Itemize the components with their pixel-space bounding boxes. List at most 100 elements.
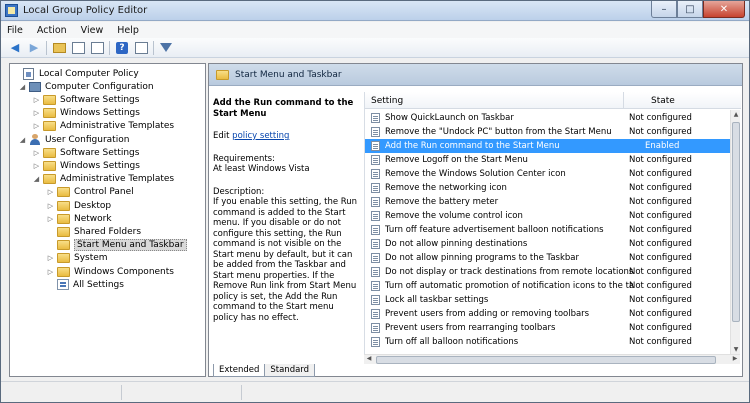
- setting-row[interactable]: Remove the networking icon Not configured: [365, 181, 731, 195]
- status-divider: [121, 385, 122, 400]
- close-button[interactable]: ✕: [703, 1, 745, 18]
- export-list-button[interactable]: [89, 41, 105, 55]
- tree-item[interactable]: ▷ Windows Settings: [32, 107, 140, 120]
- tree-item[interactable]: ▷ System: [46, 252, 108, 265]
- policy-setting-link[interactable]: policy setting: [232, 131, 289, 141]
- expand-arrow-icon[interactable]: ▷: [32, 109, 41, 117]
- vertical-scrollbar[interactable]: ▲ ▼: [730, 110, 740, 354]
- setting-row[interactable]: Remove the volume control icon Not config…: [365, 209, 731, 223]
- maximize-button[interactable]: □: [677, 1, 703, 18]
- tree-item[interactable]: ▷ Software Settings: [32, 146, 139, 159]
- settings-list: Setting State Show QuickLaunch on Taskba…: [364, 92, 741, 354]
- tab-extended[interactable]: Extended: [213, 364, 266, 377]
- tree-item[interactable]: ▷ Desktop: [46, 199, 111, 212]
- tree-item[interactable]: ▷ Windows Components: [46, 265, 174, 278]
- window-controls: – □ ✕: [651, 1, 745, 19]
- setting-name: Remove the volume control icon: [385, 211, 523, 221]
- column-divider[interactable]: [623, 92, 624, 109]
- scroll-down-icon[interactable]: ▼: [732, 346, 740, 353]
- setting-row[interactable]: Turn off all balloon notifications Not co…: [365, 335, 731, 349]
- expand-arrow-icon[interactable]: ▷: [32, 122, 41, 130]
- back-arrow-icon[interactable]: ◀: [7, 41, 23, 55]
- menu-action[interactable]: Action: [37, 25, 67, 36]
- expand-arrow-icon[interactable]: ▷: [32, 149, 41, 157]
- setting-row[interactable]: Turn off feature advertisement balloon n…: [365, 223, 731, 237]
- forward-arrow-icon[interactable]: ▶: [26, 41, 42, 55]
- tree-item[interactable]: Shared Folders: [46, 225, 141, 238]
- setting-row[interactable]: Remove the "Undock PC" button from the S…: [365, 125, 731, 139]
- tree-item[interactable]: All Settings: [46, 278, 124, 291]
- expand-arrow-icon[interactable]: ◢: [18, 136, 27, 144]
- folder-icon: [57, 266, 70, 277]
- setting-row[interactable]: Remove the Windows Solution Center icon N…: [365, 167, 731, 181]
- setting-row[interactable]: Do not allow pinning programs to the Tas…: [365, 251, 731, 265]
- tree-item[interactable]: ▷ Windows Settings: [32, 159, 140, 172]
- minimize-button[interactable]: –: [651, 1, 677, 18]
- setting-row[interactable]: Turn off automatic promotion of notifica…: [365, 279, 731, 293]
- list-header: Setting State: [365, 92, 741, 109]
- vertical-scroll-thumb[interactable]: [732, 122, 740, 322]
- tree-item[interactable]: ◢ Computer Configuration: [18, 80, 154, 93]
- policy-icon: [23, 67, 34, 80]
- menu-view[interactable]: View: [81, 25, 104, 36]
- edit-line: Edit policy setting: [213, 131, 361, 142]
- tree-item[interactable]: ◢ User Configuration: [18, 133, 129, 146]
- expand-arrow-icon[interactable]: ▷: [46, 188, 55, 196]
- tab-standard[interactable]: Standard: [264, 364, 316, 377]
- tree-item[interactable]: Local Computer Policy: [12, 67, 139, 80]
- horizontal-scroll-thumb[interactable]: [376, 356, 716, 364]
- setting-name: Turn off automatic promotion of notifica…: [385, 281, 633, 291]
- expand-arrow-icon[interactable]: ▷: [46, 202, 55, 210]
- tree-item[interactable]: Start Menu and Taskbar: [46, 239, 187, 252]
- policy-setting-icon: [371, 183, 380, 193]
- export-list-icon: [90, 41, 104, 54]
- setting-row[interactable]: Do not display or track destinations fro…: [365, 265, 731, 279]
- menu-help[interactable]: Help: [117, 25, 139, 36]
- setting-row[interactable]: Show QuickLaunch on Taskbar Not configure…: [365, 111, 731, 125]
- policy-setting-icon: [371, 337, 380, 347]
- expand-arrow-icon[interactable]: ▷: [32, 96, 41, 104]
- policy-setting-icon: [371, 127, 380, 137]
- filter-icon: [160, 43, 172, 52]
- expand-arrow-icon[interactable]: ◢: [32, 175, 41, 183]
- folder-icon: [57, 226, 70, 237]
- setting-row[interactable]: Prevent users from rearranging toolbars N…: [365, 321, 731, 335]
- setting-row[interactable]: Do not allow pinning destinations Not con…: [365, 237, 731, 251]
- show-hide-tree-button[interactable]: [70, 41, 86, 55]
- up-folder-button[interactable]: [51, 41, 67, 55]
- expand-arrow-icon[interactable]: ▷: [46, 215, 55, 223]
- expand-arrow-icon[interactable]: ▷: [32, 162, 41, 170]
- expand-arrow-icon[interactable]: ◢: [18, 83, 27, 91]
- scroll-right-icon[interactable]: ▶: [731, 355, 739, 362]
- setting-row[interactable]: Lock all taskbar settings Not configured: [365, 293, 731, 307]
- menu-file[interactable]: File: [7, 25, 23, 36]
- expand-arrow-icon[interactable]: ▷: [46, 268, 55, 276]
- filter-button[interactable]: [158, 41, 174, 55]
- tree-item[interactable]: ▷ Network: [46, 212, 112, 225]
- column-header-setting[interactable]: Setting: [371, 96, 403, 106]
- tree-item[interactable]: ▷ Control Panel: [46, 186, 134, 199]
- setting-row[interactable]: Prevent users from adding or removing to…: [365, 307, 731, 321]
- column-header-state[interactable]: State: [651, 96, 675, 106]
- horizontal-scrollbar[interactable]: ◀ ▶: [364, 354, 740, 364]
- setting-row[interactable]: Add the Run command to the Start Menu Ena…: [365, 139, 731, 153]
- pane-header-title: Start Menu and Taskbar: [235, 70, 342, 80]
- setting-state: Not configured: [629, 281, 692, 291]
- setting-name: Lock all taskbar settings: [385, 295, 489, 305]
- tree-item[interactable]: ▷ Administrative Templates: [32, 120, 174, 133]
- tree-item[interactable]: ◢ Administrative Templates: [32, 173, 174, 186]
- setting-state: Not configured: [629, 337, 692, 347]
- tree-item[interactable]: ▷ Software Settings: [32, 93, 139, 106]
- folder-icon: [57, 213, 70, 224]
- properties-button[interactable]: [133, 41, 149, 55]
- help-button[interactable]: ?: [114, 41, 130, 55]
- expand-arrow-icon[interactable]: ▷: [46, 254, 55, 262]
- scroll-left-icon[interactable]: ◀: [365, 355, 373, 362]
- scroll-up-icon[interactable]: ▲: [732, 111, 740, 118]
- setting-row[interactable]: Remove the battery meter Not configured: [365, 195, 731, 209]
- title-bar[interactable]: Local Group Policy Editor – □ ✕: [1, 1, 749, 21]
- setting-row[interactable]: Remove Logoff on the Start Menu Not confi…: [365, 153, 731, 167]
- tree-item-label: All Settings: [73, 279, 124, 290]
- policy-setting-icon: [371, 309, 380, 319]
- help-icon: ?: [116, 41, 128, 54]
